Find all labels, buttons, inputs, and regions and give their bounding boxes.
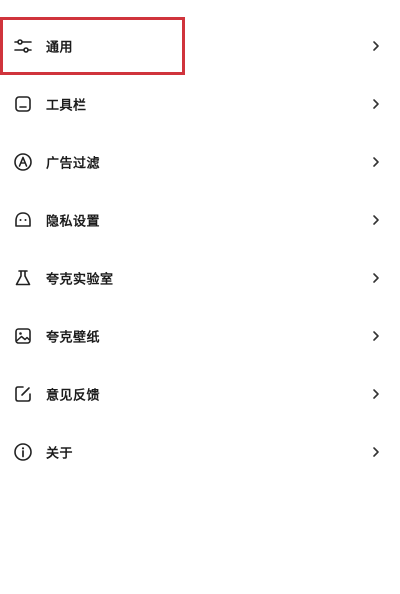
menu-item-about[interactable]: 关于 [0, 423, 400, 481]
flask-icon [13, 268, 33, 288]
chevron-right-icon [371, 329, 381, 343]
feedback-edit-icon [13, 384, 33, 404]
menu-item-feedback[interactable]: 意见反馈 [0, 365, 400, 423]
menu-item-label: 意见反馈 [46, 388, 101, 404]
chevron-right-icon [371, 97, 381, 111]
sliders-icon [13, 36, 33, 56]
menu-item-label: 关于 [46, 446, 74, 462]
chevron-right-icon [371, 39, 381, 53]
chevron-right-icon [371, 213, 381, 227]
info-icon [13, 442, 33, 462]
menu-item-lab[interactable]: 夸克实验室 [0, 249, 400, 307]
chevron-right-icon [371, 155, 381, 169]
toolbar-icon [13, 94, 33, 114]
menu-item-label: 夸克壁纸 [46, 330, 101, 346]
chevron-right-icon [371, 445, 381, 459]
settings-menu: 通用 工具栏 广告过滤 隐私设置 夸克实验室 夸克壁纸 意见反馈 关于 [0, 17, 400, 481]
menu-item-label: 通用 [46, 40, 74, 56]
menu-item-label: 隐私设置 [46, 214, 101, 230]
menu-item-toolbar[interactable]: 工具栏 [0, 75, 400, 133]
privacy-icon [13, 210, 33, 230]
menu-item-ad-filter[interactable]: 广告过滤 [0, 133, 400, 191]
ad-filter-icon [13, 152, 33, 172]
menu-item-label: 广告过滤 [46, 156, 101, 172]
menu-item-privacy[interactable]: 隐私设置 [0, 191, 400, 249]
chevron-right-icon [371, 387, 381, 401]
menu-item-general[interactable]: 通用 [0, 17, 400, 75]
chevron-right-icon [371, 271, 381, 285]
wallpaper-icon [13, 326, 33, 346]
menu-item-label: 工具栏 [46, 98, 87, 114]
menu-item-wallpaper[interactable]: 夸克壁纸 [0, 307, 400, 365]
menu-item-label: 夸克实验室 [46, 272, 114, 288]
